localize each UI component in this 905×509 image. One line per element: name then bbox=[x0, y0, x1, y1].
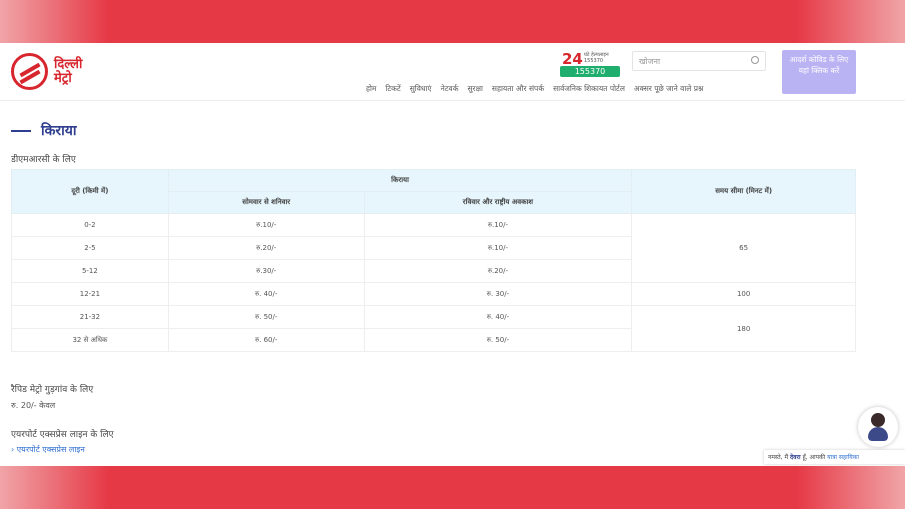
cell-distance: 32 से अधिक bbox=[11, 328, 169, 352]
cell-weekday-fare: रु.20/- bbox=[167, 236, 365, 260]
chatbot-greeting-middle: हूँ, आपकी bbox=[802, 454, 826, 461]
top-red-band bbox=[0, 0, 905, 43]
cell-weekday-fare: रु. 50/- bbox=[167, 305, 365, 329]
chatbot-avatar-icon[interactable] bbox=[858, 407, 898, 447]
fare-table: दूरी (किमी में) किराया समय सीमा (मिनट मे… bbox=[11, 169, 856, 352]
cell-distance: 5-12 bbox=[11, 259, 169, 283]
cell-sunday-fare: रु. 50/- bbox=[363, 328, 633, 352]
cell-weekday-fare: रु.30/- bbox=[167, 259, 365, 283]
cell-time-limit: 65 bbox=[631, 213, 856, 283]
cell-time-limit: 180 bbox=[631, 305, 856, 352]
chatbot-name: देवरा bbox=[790, 454, 801, 461]
chatbot-greeting[interactable]: नमस्ते, मैं देवरा हूँ, आपकी यात्रा सहायि… bbox=[764, 450, 905, 464]
page-title-row: किराया bbox=[11, 121, 76, 140]
logo-text: दिल्ली मेट्रो bbox=[54, 56, 83, 86]
search-icon[interactable] bbox=[751, 56, 759, 64]
nav-item-help[interactable]: सहायता और संपर्क bbox=[492, 84, 544, 94]
chatbot-avatar-body bbox=[868, 427, 888, 441]
cell-weekday-fare: रु. 60/- bbox=[167, 328, 365, 352]
search-input[interactable]: खोजना bbox=[632, 51, 766, 71]
table-row: 0-2 रु.10/- रु.10/- 65 bbox=[11, 213, 856, 283]
cell-weekday-fare: रु.10/- bbox=[167, 213, 365, 237]
col-sunday-header: रविवार और राष्ट्रीय अवकाश bbox=[363, 191, 633, 214]
col-fare-header: किराया bbox=[167, 169, 633, 192]
title-dash bbox=[11, 129, 31, 132]
search-placeholder: खोजना bbox=[639, 57, 661, 66]
helpline-number-badge: 155370 bbox=[560, 66, 620, 77]
nav-item-security[interactable]: सुरक्षा bbox=[467, 84, 482, 94]
page: दिल्ली मेट्रो 24 घंटे हेल्पलाइन 155370 1… bbox=[0, 43, 905, 466]
page-title: किराया bbox=[41, 123, 77, 139]
nav-item-facilities[interactable]: सुविधाएं bbox=[410, 84, 432, 94]
nav-item-faq[interactable]: अक्सर पूछे जाने वाले प्रश्न bbox=[634, 84, 703, 94]
bottom-red-band bbox=[0, 466, 905, 509]
cell-distance: 0-2 bbox=[11, 213, 169, 237]
chatbot-avatar-head bbox=[871, 413, 885, 427]
logo-text-line2: मेट्रो bbox=[54, 70, 72, 86]
col-time-header: समय सीमा (मिनट में) bbox=[631, 169, 856, 214]
main-nav: होम टिकटें सुविधाएं नेटवर्क सुरक्षा सहाय… bbox=[366, 84, 703, 94]
cell-distance: 12-21 bbox=[11, 282, 169, 306]
cell-distance: 2-5 bbox=[11, 236, 169, 260]
metro-logo-icon bbox=[11, 53, 48, 90]
helpline-counter: 24 घंटे हेल्पलाइन 155370 155370 bbox=[560, 50, 620, 78]
cell-sunday-fare: रु. 40/- bbox=[363, 305, 633, 329]
cell-distance: 21-32 bbox=[11, 305, 169, 329]
covid-info-button[interactable]: आदर्श कोविड के लिए यहां क्लिक करें bbox=[782, 50, 856, 94]
chatbot-link: यात्रा सहायिका bbox=[827, 454, 859, 461]
cell-sunday-fare: रु.20/- bbox=[363, 259, 633, 283]
table-row: 21-32 रु. 50/- रु. 40/- 180 bbox=[11, 305, 856, 352]
airport-express-link[interactable]: › एयरपोर्ट एक्सप्रेस लाइन bbox=[11, 444, 85, 455]
table-row: 12-21 रु. 40/- रु. 30/- 100 bbox=[11, 282, 856, 306]
dmrc-logo[interactable]: दिल्ली मेट्रो bbox=[11, 53, 82, 90]
cell-time-limit: 100 bbox=[631, 282, 856, 306]
nav-item-network[interactable]: नेटवर्क bbox=[441, 84, 459, 94]
logo-text-line1: दिल्ली bbox=[54, 56, 83, 72]
airport-express-link-label: एयरपोर्ट एक्सप्रेस लाइन bbox=[16, 445, 85, 454]
nav-item-tickets[interactable]: टिकटें bbox=[385, 84, 400, 94]
cell-sunday-fare: रु.10/- bbox=[363, 213, 633, 237]
section-rapid-heading: रैपिड मेट्रो गुड़गांव के लिए bbox=[11, 385, 94, 395]
cell-sunday-fare: रु.10/- bbox=[363, 236, 633, 260]
col-weekday-header: सोमवार से शनिवार bbox=[167, 191, 365, 214]
cell-sunday-fare: रु. 30/- bbox=[363, 282, 633, 306]
section-airport-heading: एयरपोर्ट एक्सप्रेस लाइन के लिए bbox=[11, 430, 114, 440]
site-header: दिल्ली मेट्रो 24 घंटे हेल्पलाइन 155370 1… bbox=[0, 43, 905, 101]
section-dmrc-heading: डीएमआरसी के लिए bbox=[11, 155, 76, 165]
col-distance-header: दूरी (किमी में) bbox=[11, 169, 169, 214]
chatbot-greeting-prefix: नमस्ते, मैं bbox=[768, 454, 789, 461]
rapid-fare-value: रु. 20/- केवल bbox=[11, 401, 56, 410]
nav-item-home[interactable]: होम bbox=[366, 84, 376, 94]
helpline-caption: घंटे हेल्पलाइन 155370 bbox=[584, 52, 609, 64]
nav-item-grievance[interactable]: सार्वजनिक शिकायत पोर्टल bbox=[553, 84, 625, 94]
cell-weekday-fare: रु. 40/- bbox=[167, 282, 365, 306]
